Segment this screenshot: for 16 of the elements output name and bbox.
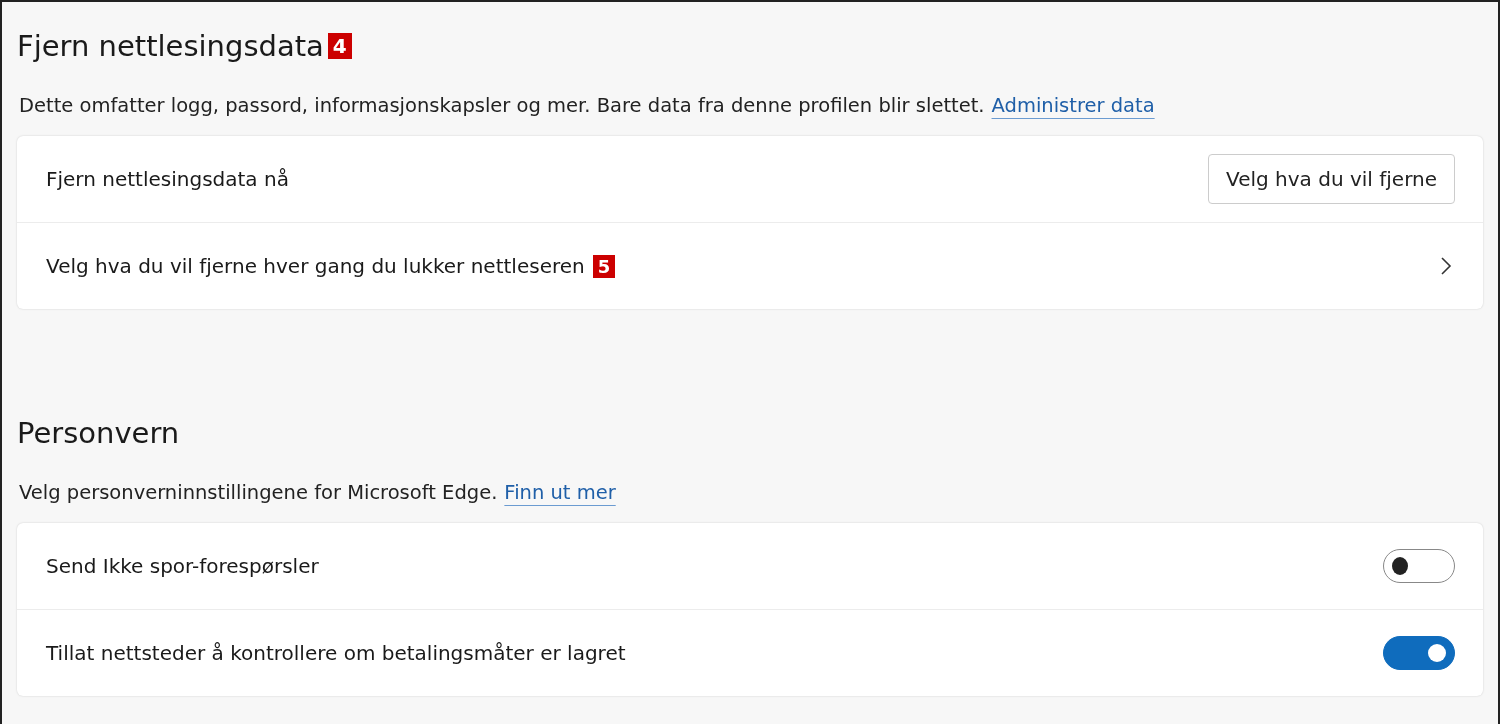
link[interactable]: Finn ut mer <box>504 481 616 513</box>
setting-label: Send Ikke spor-forespørsler <box>46 554 319 578</box>
toggle-switch[interactable] <box>1383 636 1455 670</box>
chevron-right-icon[interactable] <box>1439 255 1453 277</box>
setting-label: Fjern nettlesingsdata nå <box>46 167 289 191</box>
section-title: Fjern nettlesingsdata <box>17 29 324 63</box>
setting-label: Velg hva du vil fjerne hver gang du lukker nettleseren <box>46 254 585 278</box>
choose-button[interactable]: Velg hva du vil fjerne <box>1208 154 1455 204</box>
description-text: Velg personverninnstillingene for Microsoft Edge. <box>19 481 498 506</box>
setting-label: Tillat nettsteder å kontrollere om betalingsmåter er lagret <box>46 641 626 665</box>
number-badge: 5 <box>592 254 616 278</box>
link[interactable]: Administrer data <box>991 94 1155 126</box>
number-badge: 4 <box>327 33 352 59</box>
toggle-switch[interactable] <box>1383 549 1455 583</box>
section-title: Personvern <box>17 416 180 450</box>
description-text: Dette omfatter logg, passord, informasjonskapsler og mer. Bare data fra denne profilen blir slettet. <box>19 94 985 119</box>
